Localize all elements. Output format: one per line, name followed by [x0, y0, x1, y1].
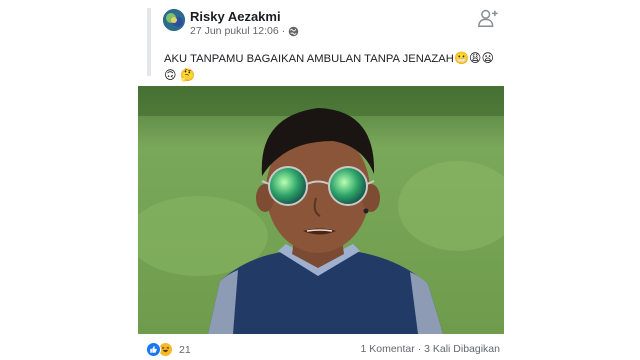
reaction-count: 21 [179, 343, 191, 356]
post-message: AKU TANPAMU BAGAIKAN AMBULAN TANPA JENAZ… [164, 53, 454, 65]
author-name[interactable]: Risky Aezakmi [190, 9, 281, 24]
post-footer: 21 1 Komentar · 3 Kali Dibagikan [146, 342, 500, 358]
globe-icon[interactable] [288, 26, 299, 37]
post-text: AKU TANPAMU BAGAIKAN AMBULAN TANPA JENAZ… [164, 50, 504, 84]
reactions-summary[interactable]: 21 [146, 342, 191, 357]
avatar[interactable] [163, 9, 185, 31]
stats-separator: · [417, 343, 422, 355]
shares-count[interactable]: 3 Kali Dibagikan [424, 343, 500, 355]
add-friend-icon[interactable] [477, 7, 499, 29]
post-date[interactable]: 27 Jun pukul 12:06 [190, 25, 279, 37]
meta-separator: · [281, 25, 286, 37]
post-left-border [147, 8, 151, 76]
like-icon [146, 342, 161, 357]
post-photo[interactable] [138, 86, 504, 334]
post-meta: 27 Jun pukul 12:06 · [190, 25, 299, 37]
post-stats: 1 Komentar · 3 Kali Dibagikan [360, 343, 500, 355]
comments-count[interactable]: 1 Komentar [360, 343, 414, 355]
